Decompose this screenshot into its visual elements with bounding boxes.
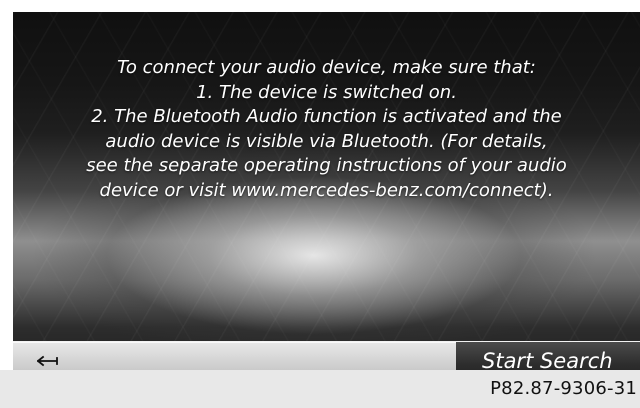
bottom-action-bar: Start Search (13, 341, 640, 370)
instruction-line: device or visit www.mercedes-benz.com/co… (99, 179, 554, 201)
image-caption-strip: P82.87-9306-31 (0, 370, 640, 408)
instruction-line: see the separate operating instructions … (86, 155, 567, 176)
instruction-line: 1. The device is switched on. (196, 81, 457, 103)
back-button[interactable] (13, 342, 456, 370)
instruction-line: To connect your audio device, make sure … (117, 57, 536, 78)
connection-instructions: To connect your audio device, make sure … (13, 56, 640, 203)
start-search-button[interactable]: Start Search (456, 342, 640, 370)
reference-code: P82.87-9306-31 (490, 378, 637, 399)
instruction-line: 2. The Bluetooth Audio function is activ… (91, 106, 562, 127)
return-arrow-icon (37, 355, 58, 367)
instruction-line: audio device is visible via Bluetooth. (… (105, 130, 548, 152)
audio-connection-screen: To connect your audio device, make sure … (13, 12, 640, 370)
